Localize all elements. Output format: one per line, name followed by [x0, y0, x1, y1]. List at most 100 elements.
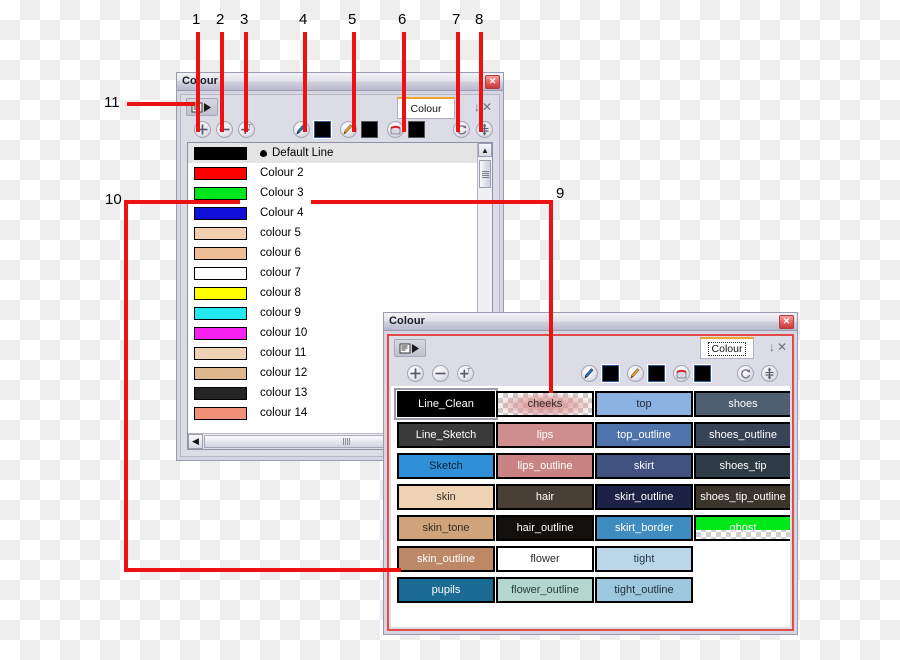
pencil-colour-swatch[interactable] — [361, 121, 378, 138]
palette-cell[interactable]: pupils — [397, 577, 495, 603]
colour-list-item[interactable]: Colour 4 — [188, 203, 478, 223]
colour-swatch[interactable] — [194, 186, 247, 200]
window2-panel-toprow: Colour ↓ ✕ — [389, 336, 792, 362]
pen-colour-swatch[interactable] — [601, 364, 620, 383]
palette-cell[interactable]: skin_tone — [397, 515, 495, 541]
colour-swatch[interactable] — [194, 366, 247, 380]
remove-colour-button[interactable] — [216, 121, 233, 138]
vscroll-thumb[interactable] — [479, 160, 491, 188]
colour-swatch[interactable] — [194, 286, 247, 300]
colour-swatch[interactable] — [194, 226, 247, 240]
up-down-arrow-icon[interactable] — [761, 365, 778, 382]
window1-titlebar[interactable]: Colour ✕ — [176, 72, 504, 90]
colour-swatch[interactable] — [194, 346, 247, 360]
menu-list-icon[interactable] — [394, 339, 426, 357]
callout-number-11: 11 — [104, 94, 120, 111]
palette-cell[interactable]: lips_outline — [496, 453, 594, 479]
palette-cell[interactable]: hair_outline — [496, 515, 594, 541]
palette-cell[interactable]: cheeks — [496, 391, 594, 417]
palette-cell-label: shoes_tip_outline — [700, 491, 786, 503]
callout-line-5 — [352, 32, 356, 132]
tab-close-icon[interactable]: ✕ — [777, 341, 787, 353]
pen-icon[interactable] — [293, 121, 310, 138]
colour-swatch[interactable] — [194, 406, 247, 420]
palette-cell[interactable]: tight_outline — [595, 577, 693, 603]
remove-colour-button[interactable] — [432, 365, 449, 382]
palette-cell[interactable]: skin — [397, 484, 495, 510]
palette-cell[interactable]: shoes — [694, 391, 790, 417]
palette-cell[interactable]: lips — [496, 422, 594, 448]
colour-swatch[interactable] — [194, 266, 247, 280]
callout-number-4: 4 — [299, 11, 308, 28]
callout-number-7: 7 — [452, 11, 461, 28]
colour-list-item[interactable]: Colour 2 — [188, 163, 478, 183]
palette-cell[interactable]: shoes_outline — [694, 422, 790, 448]
pen-colour-swatch[interactable] — [313, 120, 332, 139]
palette-cell[interactable]: Line_Clean — [394, 388, 498, 420]
paint-colour-swatch[interactable] — [408, 121, 425, 138]
colour-swatch[interactable] — [194, 326, 247, 340]
palette-cell[interactable]: Sketch — [397, 453, 495, 479]
svg-text:T: T — [467, 369, 471, 375]
palette-cell-label: skin_tone — [422, 522, 470, 534]
colour-name: colour 7 — [260, 267, 301, 279]
palette-cell[interactable]: skirt — [595, 453, 693, 479]
palette-cell-label: flower_outline — [511, 584, 579, 596]
scroll-up-button[interactable]: ▲ — [478, 143, 492, 157]
callout-line-2 — [220, 32, 224, 132]
paint-can-icon[interactable] — [673, 365, 690, 382]
colour-swatch[interactable] — [194, 246, 247, 260]
palette-cell[interactable]: skirt_outline — [595, 484, 693, 510]
palette-cell[interactable]: skin_outline — [397, 546, 495, 572]
palette-cell-empty — [694, 577, 790, 603]
window2-close-button[interactable]: ✕ — [779, 315, 794, 329]
add-colour-button[interactable] — [407, 365, 424, 382]
colour-swatch[interactable] — [194, 206, 247, 220]
callout-line-10-v — [124, 200, 128, 572]
colour-swatch[interactable] — [194, 166, 247, 180]
colour-list-item[interactable]: colour 7 — [188, 263, 478, 283]
palette-cell[interactable]: tight — [595, 546, 693, 572]
palette-cell-label: tight_outline — [614, 584, 674, 596]
tab-close-icon[interactable]: ✕ — [482, 101, 492, 113]
window2-titlebar[interactable]: Colour ✕ — [383, 312, 798, 330]
palette-cell-label: hair_outline — [516, 522, 574, 534]
colour-swatch[interactable] — [194, 386, 247, 400]
callout-line-4 — [303, 32, 307, 132]
colour-swatch[interactable] — [194, 306, 247, 320]
palette-cell[interactable]: Line_Sketch — [397, 422, 495, 448]
pen-icon[interactable] — [581, 365, 598, 382]
scroll-left-button[interactable]: ◀ — [188, 434, 203, 449]
add-text-colour-button[interactable]: T — [457, 365, 474, 382]
colour-list-item[interactable]: Default Line — [188, 143, 478, 163]
palette-cell[interactable]: ghost — [694, 515, 790, 541]
colour-name: Default Line — [272, 147, 334, 159]
circular-arrow-icon[interactable] — [737, 365, 754, 382]
menu-list-icon[interactable] — [186, 98, 218, 116]
pencil-icon[interactable] — [627, 365, 644, 382]
palette-cell[interactable]: shoes_tip_outline — [694, 484, 790, 510]
palette-cell[interactable]: flower — [496, 546, 594, 572]
callout-number-8: 8 — [475, 11, 484, 28]
palette-grid[interactable]: Line_Clean cheeks top shoes Line_Sketch lips t… — [394, 388, 790, 603]
colour-name: Colour 3 — [260, 187, 304, 199]
palette-cell[interactable]: shoes_tip — [694, 453, 790, 479]
window1-toolbar: T — [181, 119, 499, 141]
palette-cell[interactable]: flower_outline — [496, 577, 594, 603]
callout-line-7 — [456, 32, 460, 132]
tab-dock-down-icon[interactable]: ↓ — [769, 341, 775, 353]
palette-cell[interactable]: top — [595, 391, 693, 417]
window1-close-button[interactable]: ✕ — [485, 75, 500, 89]
palette-cell[interactable]: hair — [496, 484, 594, 510]
palette-cell[interactable]: top_outline — [595, 422, 693, 448]
tab-colour[interactable]: Colour — [700, 337, 754, 359]
colour-list-item[interactable]: colour 8 — [188, 283, 478, 303]
pencil-colour-swatch[interactable] — [647, 364, 666, 383]
paint-colour-swatch[interactable] — [693, 364, 712, 383]
colour-list-item[interactable]: colour 6 — [188, 243, 478, 263]
palette-cell[interactable]: skirt_border — [595, 515, 693, 541]
colour-name: colour 11 — [260, 347, 307, 359]
palette-cell-label: cheeks — [527, 398, 563, 410]
colour-swatch[interactable] — [194, 146, 247, 160]
colour-list-item[interactable]: colour 5 — [188, 223, 478, 243]
